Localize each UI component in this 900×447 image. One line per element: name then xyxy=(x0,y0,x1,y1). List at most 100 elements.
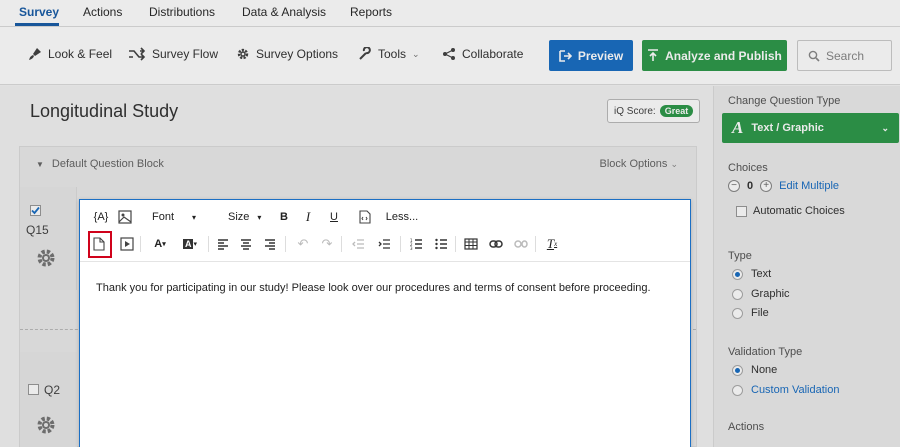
choices-stepper: − 0 + Edit Multiple xyxy=(728,180,839,192)
less-button[interactable]: Less... xyxy=(386,206,418,228)
radio-dot xyxy=(732,268,743,280)
preview-button[interactable]: Preview xyxy=(549,40,633,71)
align-right-icon[interactable] xyxy=(264,238,276,250)
dropdown-arrow-icon: ▾ xyxy=(257,212,262,222)
radio-dot xyxy=(732,288,743,300)
validation-radio-none[interactable]: None xyxy=(732,364,777,376)
analyze-publish-button[interactable]: Analyze and Publish xyxy=(642,40,787,71)
size-dropdown-label: Size xyxy=(228,211,250,223)
table-icon[interactable] xyxy=(464,238,478,250)
gear-icon[interactable] xyxy=(35,247,57,269)
font-dropdown[interactable]: Font ▾ xyxy=(152,206,212,228)
insert-media-icon[interactable] xyxy=(120,237,134,251)
gear-icon[interactable] xyxy=(35,414,57,436)
align-left-icon[interactable] xyxy=(217,238,229,250)
block-options-button[interactable]: Block Options ⌄ xyxy=(600,158,678,170)
checkbox-box xyxy=(736,205,747,217)
automatic-choices-checkbox[interactable]: Automatic Choices xyxy=(736,205,845,217)
source-code-icon[interactable] xyxy=(358,210,371,224)
undo-icon[interactable]: ↶ xyxy=(296,233,310,255)
bold-button[interactable]: B xyxy=(278,206,290,228)
background-color-icon[interactable]: A ▾ xyxy=(179,233,201,255)
editor-toolbar-row-1: {A} Font ▾ Size ▾ B I U Less... xyxy=(80,206,690,228)
editor-content[interactable]: Thank you for participating in our study… xyxy=(96,282,651,294)
tools-label: Tools xyxy=(378,47,407,61)
radio-dot xyxy=(732,384,743,396)
active-tab-indicator xyxy=(15,23,59,26)
question-checkbox-q2[interactable] xyxy=(28,384,39,395)
block-header: ▼ Default Question Block Block Options ⌄ xyxy=(20,147,696,181)
question-sidebar-q15: Q15 xyxy=(20,187,77,290)
text-color-icon[interactable]: A ▾ xyxy=(150,233,170,255)
checkmark-icon xyxy=(31,206,40,215)
choices-heading: Choices xyxy=(728,162,768,174)
tab-actions[interactable]: Actions xyxy=(83,5,122,19)
radio-dot xyxy=(732,307,743,319)
validation-radio-custom[interactable]: Custom Validation xyxy=(732,384,839,396)
radio-dot xyxy=(732,364,743,376)
size-dropdown[interactable]: Size ▾ xyxy=(228,206,268,228)
look-feel-label: Look & Feel xyxy=(48,47,113,61)
actions-heading: Actions xyxy=(728,421,765,433)
edit-multiple-link[interactable]: Edit Multiple xyxy=(779,180,839,192)
type-heading: Type xyxy=(728,250,752,262)
chevron-down-icon: ⌄ xyxy=(881,122,889,133)
outdent-icon[interactable] xyxy=(352,238,365,250)
question-label-q15: Q15 xyxy=(26,223,49,237)
question-type-dropdown[interactable]: A Text / Graphic ⌄ xyxy=(722,113,899,143)
question-label-q2: Q2 xyxy=(44,383,61,397)
collaborate-button[interactable]: Collaborate xyxy=(442,47,523,61)
piped-text-icon[interactable]: {A} xyxy=(92,206,110,228)
rich-content-editor[interactable]: {A} Font ▾ Size ▾ B I U Less... A ▾ A ▾ ↶ … xyxy=(79,199,691,447)
survey-options-button[interactable]: Survey Options xyxy=(236,47,338,61)
preview-label: Preview xyxy=(577,48,624,63)
tab-data-analysis[interactable]: Data & Analysis xyxy=(242,5,326,19)
choices-count: 0 xyxy=(747,180,754,192)
search-icon xyxy=(808,50,820,62)
iq-score-button[interactable]: iQ Score: Great xyxy=(607,99,701,123)
numbered-list-icon[interactable]: 123 xyxy=(410,238,423,250)
block-name[interactable]: Default Question Block xyxy=(52,158,164,170)
link-icon[interactable] xyxy=(489,239,503,249)
question-checkbox-q15[interactable] xyxy=(30,205,41,216)
paint-brush-icon xyxy=(29,48,41,60)
indent-icon[interactable] xyxy=(378,238,391,250)
plus-icon[interactable]: + xyxy=(760,180,773,192)
tools-button[interactable]: Tools ⌄ xyxy=(358,47,420,61)
redo-icon[interactable]: ↷ xyxy=(320,233,334,255)
look-feel-button[interactable]: Look & Feel xyxy=(28,47,112,61)
type-radio-text[interactable]: Text xyxy=(732,268,771,280)
clear-formatting-icon[interactable]: Tx xyxy=(544,233,560,255)
search-input[interactable]: Search xyxy=(797,40,892,71)
type-radio-graphic[interactable]: Graphic xyxy=(732,288,790,300)
svg-text:3: 3 xyxy=(410,246,413,250)
type-option-label: Graphic xyxy=(751,288,790,300)
tab-reports[interactable]: Reports xyxy=(350,5,392,19)
underline-button[interactable]: U xyxy=(328,206,340,228)
survey-flow-button[interactable]: Survey Flow xyxy=(128,47,218,61)
analyze-publish-label: Analyze and Publish xyxy=(665,48,782,63)
flow-icon xyxy=(129,47,146,61)
tab-distributions[interactable]: Distributions xyxy=(149,5,215,19)
wrench-icon xyxy=(359,47,371,60)
collapse-triangle-icon[interactable]: ▼ xyxy=(36,160,44,169)
tab-survey[interactable]: Survey xyxy=(19,5,59,19)
align-center-icon[interactable] xyxy=(240,238,252,250)
unlink-icon[interactable] xyxy=(514,239,528,249)
share-icon xyxy=(443,48,455,60)
toolbar-separator xyxy=(400,236,401,252)
block-options-label: Block Options xyxy=(599,158,668,170)
editor-divider xyxy=(80,261,690,262)
change-question-type-heading: Change Question Type xyxy=(728,95,841,107)
toolbar-separator xyxy=(455,236,456,252)
bullet-list-icon[interactable] xyxy=(435,238,448,250)
publish-icon xyxy=(648,49,659,61)
type-radio-file[interactable]: File xyxy=(732,307,769,319)
highlighted-insert-file-button[interactable] xyxy=(88,231,112,258)
toolbar-separator xyxy=(140,236,141,252)
minus-icon[interactable]: − xyxy=(728,180,740,192)
image-icon[interactable] xyxy=(118,210,132,224)
survey-flow-label: Survey Flow xyxy=(152,47,219,61)
survey-title: Longitudinal Study xyxy=(30,101,179,121)
italic-button[interactable]: I xyxy=(302,206,314,228)
